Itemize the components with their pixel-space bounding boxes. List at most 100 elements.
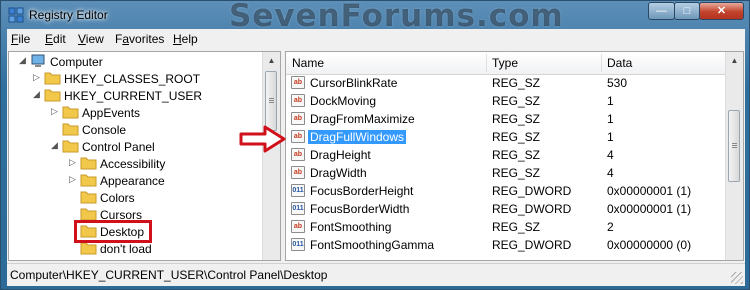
value-row[interactable]: 011 FocusBorderWidth REG_DWORD 0x00000001 (…	[286, 201, 726, 218]
folder-icon	[62, 123, 79, 136]
tree-item-label: HKEY_CURRENT_USER	[64, 89, 203, 103]
value-data: 0x00000001 (1)	[607, 184, 692, 198]
value-name: DockMoving	[310, 94, 377, 108]
string-value-icon: ab	[291, 94, 305, 107]
tree-scrollbar[interactable]: ▲	[262, 52, 280, 260]
registry-editor-window: Registry Editor SevenForums.com — □ ✕ Fi…	[0, 0, 750, 290]
value-row[interactable]: ab DragHeight REG_SZ 4	[286, 147, 726, 164]
string-value-icon: ab	[291, 76, 305, 89]
value-row[interactable]: 011 FontSmoothingGamma REG_DWORD 0x00000000…	[286, 237, 726, 254]
highlight-box-desktop	[74, 220, 152, 243]
binary-value-icon: 011	[291, 238, 305, 251]
collapse-arrow-icon[interactable]: ◢	[19, 55, 26, 66]
collapse-arrow-icon[interactable]: ◢	[51, 140, 58, 151]
menu-file[interactable]: File	[11, 32, 30, 46]
value-data: 1	[607, 94, 614, 108]
scroll-up-arrow-icon[interactable]: ▲	[263, 52, 280, 69]
value-type: REG_SZ	[492, 94, 541, 108]
scroll-up-arrow-icon[interactable]: ▲	[726, 52, 743, 69]
value-row[interactable]: ab CursorBlinkRate REG_SZ 530	[286, 75, 726, 92]
folder-icon	[80, 174, 97, 187]
expand-arrow-icon[interactable]: ▷	[51, 106, 58, 117]
value-type: REG_DWORD	[492, 238, 572, 252]
tree-item-label: Colors	[100, 191, 135, 205]
value-row[interactable]: ab DragWidth REG_SZ 4	[286, 165, 726, 182]
folder-icon	[80, 157, 97, 170]
binary-value-icon: 011	[291, 202, 305, 215]
value-row[interactable]: ab DragFromMaximize REG_SZ 1	[286, 111, 726, 128]
tree-item-label: AppEvents	[82, 106, 141, 120]
value-data: 4	[607, 166, 614, 180]
value-data: 530	[607, 76, 628, 90]
expand-arrow-icon[interactable]: ▷	[69, 157, 76, 168]
close-button[interactable]: ✕	[699, 2, 744, 20]
value-type: REG_SZ	[492, 130, 541, 144]
values-list: Name Type Data ab CursorBlinkRate REG_SZ 53…	[285, 51, 744, 261]
collapse-arrow-icon[interactable]: ◢	[33, 89, 40, 100]
menu-help[interactable]: Help	[173, 32, 198, 46]
registry-editor-app-icon	[8, 7, 24, 23]
tree-item-label: Accessibility	[100, 157, 166, 171]
value-type: REG_SZ	[492, 76, 541, 90]
folder-icon	[80, 208, 97, 221]
expand-arrow-icon[interactable]: ▷	[33, 72, 40, 83]
tree-item-label: don't load	[100, 242, 152, 256]
list-scrollbar[interactable]: ▲	[725, 52, 743, 260]
menu-bar: File Edit View Favorites Help	[7, 29, 745, 50]
string-value-icon: ab	[291, 130, 305, 143]
folder-open-icon	[62, 140, 79, 153]
menu-view[interactable]: View	[78, 32, 104, 46]
tree-item-label: Console	[82, 123, 127, 137]
minimize-button[interactable]: —	[648, 2, 675, 20]
value-row[interactable]: 011 FocusBorderHeight REG_DWORD 0x00000001 …	[286, 183, 726, 200]
column-data[interactable]: Data	[607, 56, 632, 70]
value-data: 0x00000000 (0)	[607, 238, 692, 252]
value-data: 1	[607, 130, 614, 144]
status-path: Computer\HKEY_CURRENT_USER\Control Panel…	[10, 268, 328, 282]
folder-icon	[62, 106, 79, 119]
value-name: FocusBorderWidth	[310, 202, 410, 216]
title-bar[interactable]: Registry Editor SevenForums.com — □ ✕	[1, 1, 749, 34]
value-row[interactable]: ab FontSmoothing REG_SZ 2	[286, 219, 726, 236]
folder-icon	[44, 72, 61, 85]
column-type[interactable]: Type	[492, 56, 518, 70]
value-name: CursorBlinkRate	[310, 76, 398, 90]
folder-icon	[80, 242, 97, 255]
string-value-icon: ab	[291, 166, 305, 179]
value-name: FocusBorderHeight	[310, 184, 414, 198]
value-type: REG_SZ	[492, 166, 541, 180]
column-header: Name Type Data	[286, 52, 726, 75]
value-type: REG_SZ	[492, 112, 541, 126]
scroll-thumb[interactable]	[728, 110, 740, 182]
binary-value-icon: 011	[291, 184, 305, 197]
string-value-icon: ab	[291, 220, 305, 233]
red-arrow-annotation	[239, 125, 286, 153]
value-data: 0x00000001 (1)	[607, 202, 692, 216]
value-name: DragWidth	[310, 166, 367, 180]
computer-icon	[31, 54, 45, 67]
value-name: DragFullWindows	[308, 130, 407, 144]
menu-edit[interactable]: Edit	[45, 32, 66, 46]
scroll-thumb[interactable]	[265, 71, 277, 131]
column-name[interactable]: Name	[292, 56, 324, 70]
value-type: REG_SZ	[492, 148, 541, 162]
value-name: FontSmoothingGamma	[310, 238, 435, 252]
value-data: 2	[607, 220, 614, 234]
value-data: 1	[607, 112, 614, 126]
value-type: REG_SZ	[492, 220, 541, 234]
value-row[interactable]: ab DockMoving REG_SZ 1	[286, 93, 726, 110]
status-bar: Computer\HKEY_CURRENT_USER\Control Panel…	[7, 263, 745, 286]
tree-item-label: HKEY_CLASSES_ROOT	[64, 72, 201, 86]
folder-icon	[80, 191, 97, 204]
tree-item-label: Control Panel	[82, 140, 155, 154]
maximize-button[interactable]: □	[674, 2, 700, 20]
tree-item-label: Computer	[50, 55, 103, 69]
value-type: REG_DWORD	[492, 184, 572, 198]
value-name: DragHeight	[310, 148, 371, 162]
folder-open-icon	[44, 89, 61, 102]
value-row[interactable]: ab DragFullWindows REG_SZ 1	[286, 129, 726, 146]
expand-arrow-icon[interactable]: ▷	[69, 174, 76, 185]
resize-grip-icon[interactable]	[731, 272, 743, 284]
string-value-icon: ab	[291, 148, 305, 161]
menu-favorites[interactable]: Favorites	[115, 32, 164, 46]
